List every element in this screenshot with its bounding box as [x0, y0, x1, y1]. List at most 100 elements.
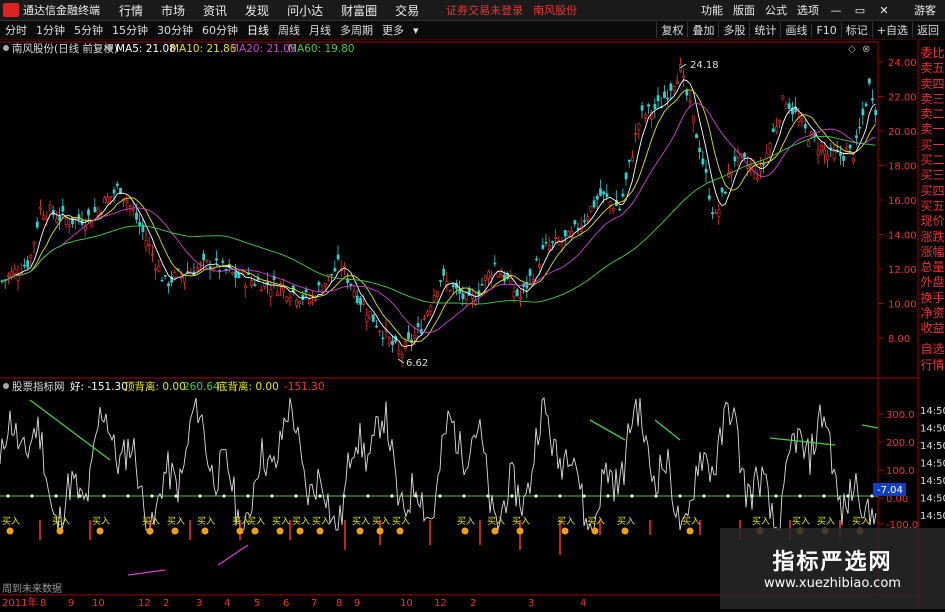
sidebar-item-16[interactable]: 换手	[920, 291, 945, 306]
mark-button[interactable]: 标记	[840, 22, 872, 38]
draw-line-button[interactable]: 画线	[780, 22, 811, 38]
guest-user[interactable]: 游客	[914, 2, 936, 18]
sidebar-item-13[interactable]: 涨幅	[920, 245, 945, 260]
zero-dot	[726, 494, 730, 498]
period-60min[interactable]: 60分钟	[202, 22, 238, 38]
time-axis-label: 6	[283, 598, 289, 609]
restore-rights-button[interactable]: 复权	[656, 22, 687, 38]
sidebar-item-4[interactable]: 卖二	[920, 107, 945, 122]
diamond-icon[interactable]: ◇	[848, 44, 856, 55]
sidebar-item-14[interactable]: 总量	[920, 260, 945, 275]
price-tick-label: 22.00	[888, 93, 917, 104]
candle-body	[336, 254, 340, 260]
sidebar-item-11[interactable]: 现价	[920, 214, 945, 229]
menu-news[interactable]: 资讯	[203, 2, 227, 19]
sidebar-item-7[interactable]: 买二	[920, 153, 945, 168]
period-15min[interactable]: 15分钟	[112, 22, 148, 38]
money-bag-icon	[376, 527, 384, 535]
add-watchlist-button[interactable]: +自选	[871, 22, 912, 38]
period-weekly[interactable]: 周线	[278, 22, 300, 38]
chevron-down-icon[interactable]: ▾	[413, 24, 419, 37]
candle-body	[355, 295, 359, 303]
candle-body	[685, 90, 689, 96]
buy-label: 买入	[2, 516, 20, 527]
sidebar-item-5[interactable]: 卖一	[920, 122, 945, 137]
low-marker	[397, 358, 405, 364]
menu-function[interactable]: 功能	[701, 2, 723, 18]
zero-dot	[774, 494, 778, 498]
candle-body	[333, 268, 337, 272]
candle-body	[55, 218, 58, 223]
candle-body	[499, 273, 503, 278]
menu-quotes[interactable]: 行情	[119, 2, 143, 19]
sidebar-item-15[interactable]: 外盘	[920, 275, 945, 290]
sidebar-item-0[interactable]: 委比	[920, 46, 945, 61]
menu-ask[interactable]: 问小达	[287, 2, 323, 19]
buy-label: 买入	[247, 516, 265, 527]
time-axis-label: 8	[40, 598, 46, 609]
time-labels: 14:50 14:50 14:50 14:50 14:50 14:50 14:50	[920, 406, 945, 522]
money-bag-icon	[316, 527, 324, 535]
minimize-icon[interactable]: —	[829, 4, 843, 17]
sidebar-item-17[interactable]: 净资	[920, 306, 945, 321]
sidebar-bottom-1[interactable]: 行情	[920, 357, 945, 373]
period-intraday[interactable]: 分时	[5, 22, 27, 38]
menu-wealth[interactable]: 财富圈	[341, 2, 377, 19]
f10-button[interactable]: F10	[811, 23, 840, 37]
sidebar-bottom-0[interactable]: 自选	[920, 341, 945, 357]
candle-body	[429, 306, 433, 312]
zero-dot	[702, 494, 706, 498]
maximize-icon[interactable]: ▭	[853, 4, 867, 17]
settings-icon[interactable]	[3, 45, 9, 51]
candle-body	[704, 168, 708, 173]
menu-discover[interactable]: 发现	[245, 2, 269, 19]
period-monthly[interactable]: 月线	[309, 22, 331, 38]
trade-login-warning[interactable]: 证券交易未登录	[446, 2, 523, 18]
close-icon[interactable]: ✕	[877, 4, 891, 17]
period-daily[interactable]: 日线	[247, 22, 269, 38]
candle-body	[400, 354, 404, 359]
menu-market[interactable]: 市场	[161, 2, 185, 19]
candle-body	[269, 289, 273, 297]
candle-body	[720, 187, 724, 193]
sidebar-item-1[interactable]: 卖五	[920, 61, 945, 76]
menu-formula[interactable]: 公式	[765, 2, 787, 18]
overlay-button[interactable]: 叠加	[687, 22, 718, 38]
zero-dot	[606, 494, 610, 498]
candle-body	[64, 217, 68, 226]
panel-close-icon[interactable]: ⊗	[862, 44, 870, 55]
ma20-label: MA20: 21.05	[230, 43, 297, 55]
multi-stock-button[interactable]: 多股	[718, 22, 749, 38]
period-5min[interactable]: 5分钟	[74, 22, 103, 38]
period-more[interactable]: 更多	[382, 22, 404, 38]
menu-layout[interactable]: 版面	[733, 2, 755, 18]
divergence-line	[589, 419, 626, 441]
back-button[interactable]: 返回	[912, 22, 943, 38]
indicator-settings-icon[interactable]	[3, 383, 9, 389]
buy-label: 买入	[557, 516, 575, 527]
buy-label: 买入	[752, 516, 770, 527]
statistics-button[interactable]: 统计	[749, 22, 780, 38]
chart-svg[interactable]: 南风股份(日线 前复权) MA5: 21.08 MA10: 21.86 MA20…	[0, 40, 945, 609]
buy-label: 买入	[817, 516, 835, 527]
sidebar-item-12[interactable]: 涨跌	[920, 230, 945, 245]
candle-body	[547, 245, 551, 251]
sidebar-item-18[interactable]: 收益	[920, 321, 945, 336]
chart-area[interactable]: 南风股份(日线 前复权) MA5: 21.08 MA10: 21.86 MA20…	[0, 40, 945, 609]
candle-body	[35, 221, 39, 228]
sidebar-item-2[interactable]: 卖四	[920, 77, 945, 92]
sidebar-item-8[interactable]: 买三	[920, 168, 945, 183]
zero-dot	[102, 494, 106, 498]
sidebar-item-10[interactable]: 买五	[920, 199, 945, 214]
zero-dot	[126, 494, 130, 498]
period-30min[interactable]: 30分钟	[157, 22, 193, 38]
period-1min[interactable]: 1分钟	[36, 22, 65, 38]
menu-trade[interactable]: 交易	[395, 2, 419, 19]
period-multi[interactable]: 多周期	[340, 22, 373, 38]
menu-options[interactable]: 选项	[797, 2, 819, 18]
candle-body	[855, 135, 858, 139]
sidebar-item-6[interactable]: 买一	[920, 138, 945, 153]
ma-settings-icon[interactable]	[107, 45, 113, 51]
sidebar-item-3[interactable]: 卖三	[920, 92, 945, 107]
sidebar-item-9[interactable]: 买四	[920, 184, 945, 199]
